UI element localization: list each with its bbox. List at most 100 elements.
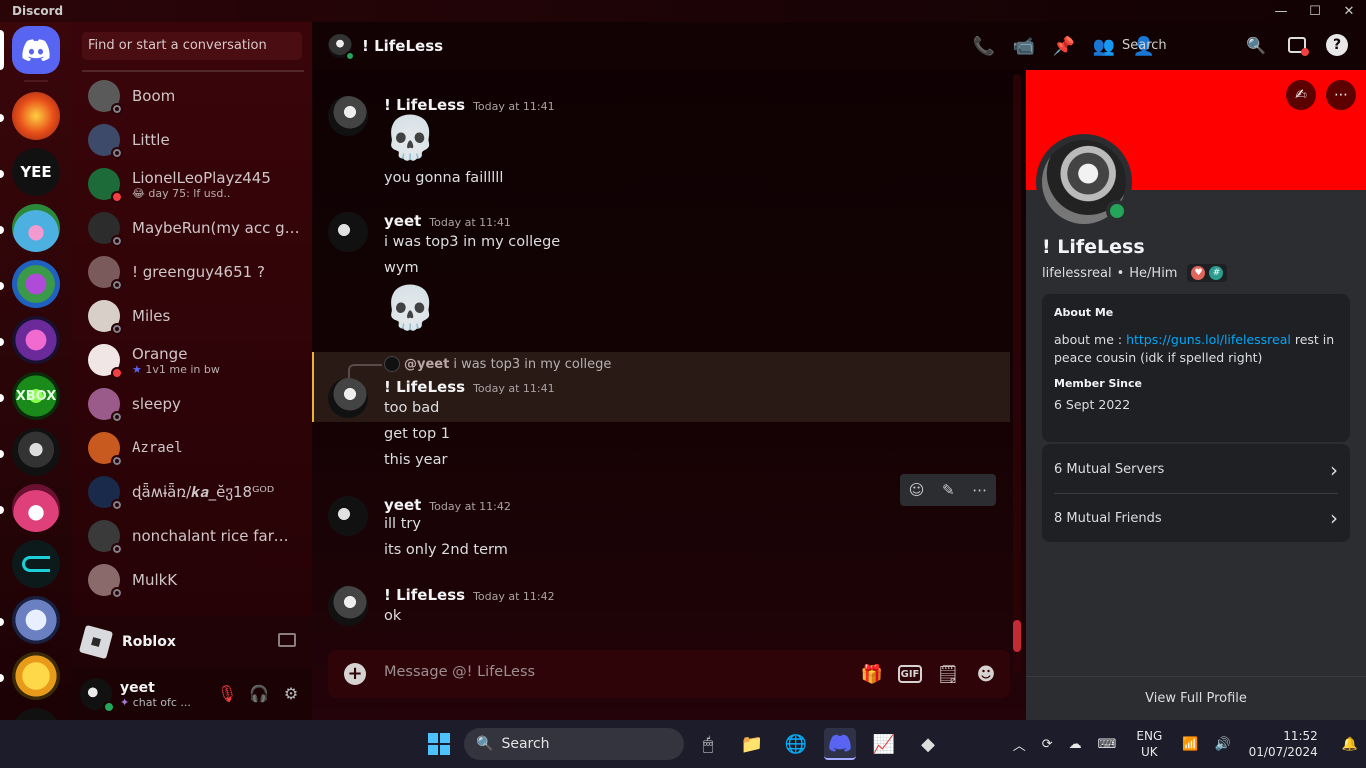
user-panel: yeet ✦ chat ofc ... 🎙 🎧 ⚙ bbox=[72, 668, 312, 720]
add-friend-icon[interactable]: 👥 bbox=[1092, 34, 1116, 58]
dm-item[interactable]: sleepy bbox=[80, 382, 304, 426]
user-avatar[interactable] bbox=[80, 678, 115, 713]
author-name[interactable]: ! LifeLess bbox=[384, 586, 465, 604]
add-reaction-icon[interactable]: ☺ bbox=[909, 481, 925, 499]
author-avatar[interactable] bbox=[328, 496, 368, 536]
discord-taskbar-icon[interactable] bbox=[824, 728, 856, 760]
dm-item[interactable]: Azrael bbox=[80, 426, 304, 470]
hashtag-badge-icon[interactable]: # bbox=[1209, 266, 1224, 280]
edit-pencil-icon[interactable]: ✎ bbox=[942, 481, 955, 499]
windows-start-icon[interactable] bbox=[428, 733, 450, 755]
activity-panel[interactable]: Roblox bbox=[72, 616, 312, 668]
dm-item[interactable]: nonchalant rice farmer bbox=[80, 514, 304, 558]
server-icon[interactable] bbox=[12, 204, 60, 252]
server-icon[interactable] bbox=[12, 708, 60, 720]
author-avatar[interactable] bbox=[328, 212, 368, 252]
cloud-icon[interactable]: ☁ bbox=[1069, 737, 1082, 752]
server-icon[interactable] bbox=[12, 652, 60, 700]
notification-bell-icon[interactable]: 🔔 bbox=[1342, 737, 1358, 752]
volume-icon[interactable]: 🔊 bbox=[1214, 737, 1230, 752]
video-call-icon[interactable]: 📹 bbox=[1012, 34, 1036, 58]
dm-item[interactable]: Little bbox=[80, 118, 304, 162]
dm-item[interactable]: ! greenguy4651 ? bbox=[80, 250, 304, 294]
about-link[interactable]: https://guns.lol/lifelessreal bbox=[1126, 332, 1291, 347]
dm-item[interactable]: Orange ★ 1v1 me in bw bbox=[80, 338, 304, 382]
author-avatar[interactable] bbox=[328, 96, 368, 136]
add-note-icon[interactable]: ✍ bbox=[1286, 80, 1316, 110]
chat-scrollbar[interactable] bbox=[1013, 74, 1021, 674]
pin-icon[interactable]: 📌 bbox=[1052, 34, 1076, 58]
emoji-icon[interactable]: ☻ bbox=[974, 662, 998, 686]
chevron-up-icon[interactable]: ︿ bbox=[1013, 735, 1026, 754]
task-manager-icon[interactable]: 📈 bbox=[868, 728, 900, 760]
view-full-profile-button[interactable]: View Full Profile bbox=[1026, 676, 1366, 720]
server-icon-yeet[interactable]: YEE bbox=[12, 148, 60, 196]
server-icon[interactable] bbox=[12, 484, 60, 532]
edge-browser-icon[interactable]: 🌐 bbox=[780, 728, 812, 760]
inbox-icon[interactable] bbox=[1286, 34, 1310, 58]
language-indicator[interactable]: ENG UK bbox=[1136, 728, 1162, 760]
gif-button[interactable]: GIF bbox=[898, 665, 922, 683]
mute-mic-icon[interactable]: 🎙 bbox=[216, 682, 238, 704]
dm-item[interactable]: Boom bbox=[80, 74, 304, 118]
keyboard-icon[interactable]: ⌨ bbox=[1098, 737, 1117, 752]
unread-dot bbox=[0, 170, 4, 178]
more-options-icon[interactable]: ⋯ bbox=[972, 481, 987, 499]
dm-item[interactable]: Miles bbox=[80, 294, 304, 338]
author-avatar[interactable] bbox=[328, 586, 368, 626]
message-input[interactable]: Message @! LifeLess bbox=[384, 664, 535, 680]
recipient-avatar[interactable] bbox=[328, 34, 355, 61]
close-button[interactable]: ✕ bbox=[1332, 0, 1366, 22]
dm-item[interactable]: MaybeRun(my acc got... bbox=[80, 206, 304, 250]
mutual-friends-label: 8 Mutual Friends bbox=[1054, 510, 1162, 526]
author-name[interactable]: ! LifeLess bbox=[384, 378, 465, 396]
gift-icon[interactable]: 🎁 bbox=[860, 662, 884, 686]
dm-search-input[interactable]: Find or start a conversation bbox=[82, 32, 302, 60]
profile-panel: ✍ ⋯ ! LifeLess lifelessreal • He/Him ♥ #… bbox=[1026, 70, 1366, 720]
server-icon-xbox[interactable]: XBOX bbox=[12, 372, 60, 420]
stream-icon[interactable] bbox=[278, 633, 296, 647]
heart-badge-icon[interactable]: ♥ bbox=[1191, 266, 1206, 280]
header-search-input[interactable]: Search bbox=[1122, 34, 1266, 58]
sync-icon[interactable]: ⟳ bbox=[1042, 737, 1053, 752]
sticker-icon[interactable]: 🗒 bbox=[936, 662, 960, 686]
mouse-app-icon[interactable]: 🖱 bbox=[692, 728, 724, 760]
maximize-button[interactable]: ☐ bbox=[1298, 0, 1332, 22]
roblox-taskbar-icon[interactable]: ◆ bbox=[912, 728, 944, 760]
dm-item[interactable]: ɖǟʍɨǟռ/𝒌𝒂_ĕჳ18ᴳᴼᴰ bbox=[80, 470, 304, 514]
recipient-name[interactable]: ! LifeLess bbox=[362, 37, 443, 55]
home-button[interactable] bbox=[12, 26, 60, 74]
dm-item[interactable]: MulkK bbox=[80, 558, 304, 602]
settings-gear-icon[interactable]: ⚙ bbox=[280, 682, 302, 704]
taskbar-search[interactable]: 🔍 Search bbox=[464, 728, 684, 760]
server-icon[interactable] bbox=[12, 428, 60, 476]
server-icon[interactable] bbox=[12, 92, 60, 140]
file-explorer-icon[interactable]: 📁 bbox=[736, 728, 768, 760]
attach-plus-icon[interactable]: + bbox=[344, 663, 366, 685]
dm-item[interactable]: LionelLeoPlayz445 😂 day 75: lf usd.. bbox=[80, 162, 304, 206]
clock[interactable]: 11:52 01/07/2024 bbox=[1249, 728, 1318, 760]
rail-divider bbox=[24, 80, 48, 82]
server-icon[interactable] bbox=[12, 260, 60, 308]
author-name[interactable]: yeet bbox=[384, 496, 421, 514]
server-icon[interactable] bbox=[12, 596, 60, 644]
dm-name: sleepy bbox=[132, 395, 181, 413]
mutual-servers-link[interactable]: 6 Mutual Servers › bbox=[1054, 446, 1338, 494]
taskbar: 🔍 Search 🖱 📁 🌐 📈 ◆ ︿ ⟳ ☁ ⌨ ENG UK 📶 🔊 11:5… bbox=[0, 720, 1366, 768]
mutual-friends-link[interactable]: 8 Mutual Friends › bbox=[1054, 494, 1338, 542]
server-icon[interactable] bbox=[12, 540, 60, 588]
voice-call-icon[interactable]: 📞 bbox=[972, 34, 996, 58]
author-name[interactable]: yeet bbox=[384, 212, 421, 230]
headphones-icon[interactable]: 🎧 bbox=[248, 682, 270, 704]
more-options-icon[interactable]: ⋯ bbox=[1326, 80, 1356, 110]
scrollbar-thumb[interactable] bbox=[1013, 620, 1021, 652]
server-icon[interactable] bbox=[12, 316, 60, 364]
help-icon[interactable]: ? bbox=[1326, 34, 1348, 56]
profile-display-name: ! LifeLess bbox=[1042, 236, 1145, 258]
minimize-button[interactable]: — bbox=[1264, 0, 1298, 22]
author-name[interactable]: ! LifeLess bbox=[384, 96, 465, 114]
reply-preview[interactable]: @yeet i was top3 in my college bbox=[348, 356, 611, 378]
author-avatar[interactable] bbox=[328, 378, 368, 418]
profile-avatar[interactable] bbox=[1036, 134, 1132, 230]
wifi-icon[interactable]: 📶 bbox=[1182, 737, 1198, 752]
